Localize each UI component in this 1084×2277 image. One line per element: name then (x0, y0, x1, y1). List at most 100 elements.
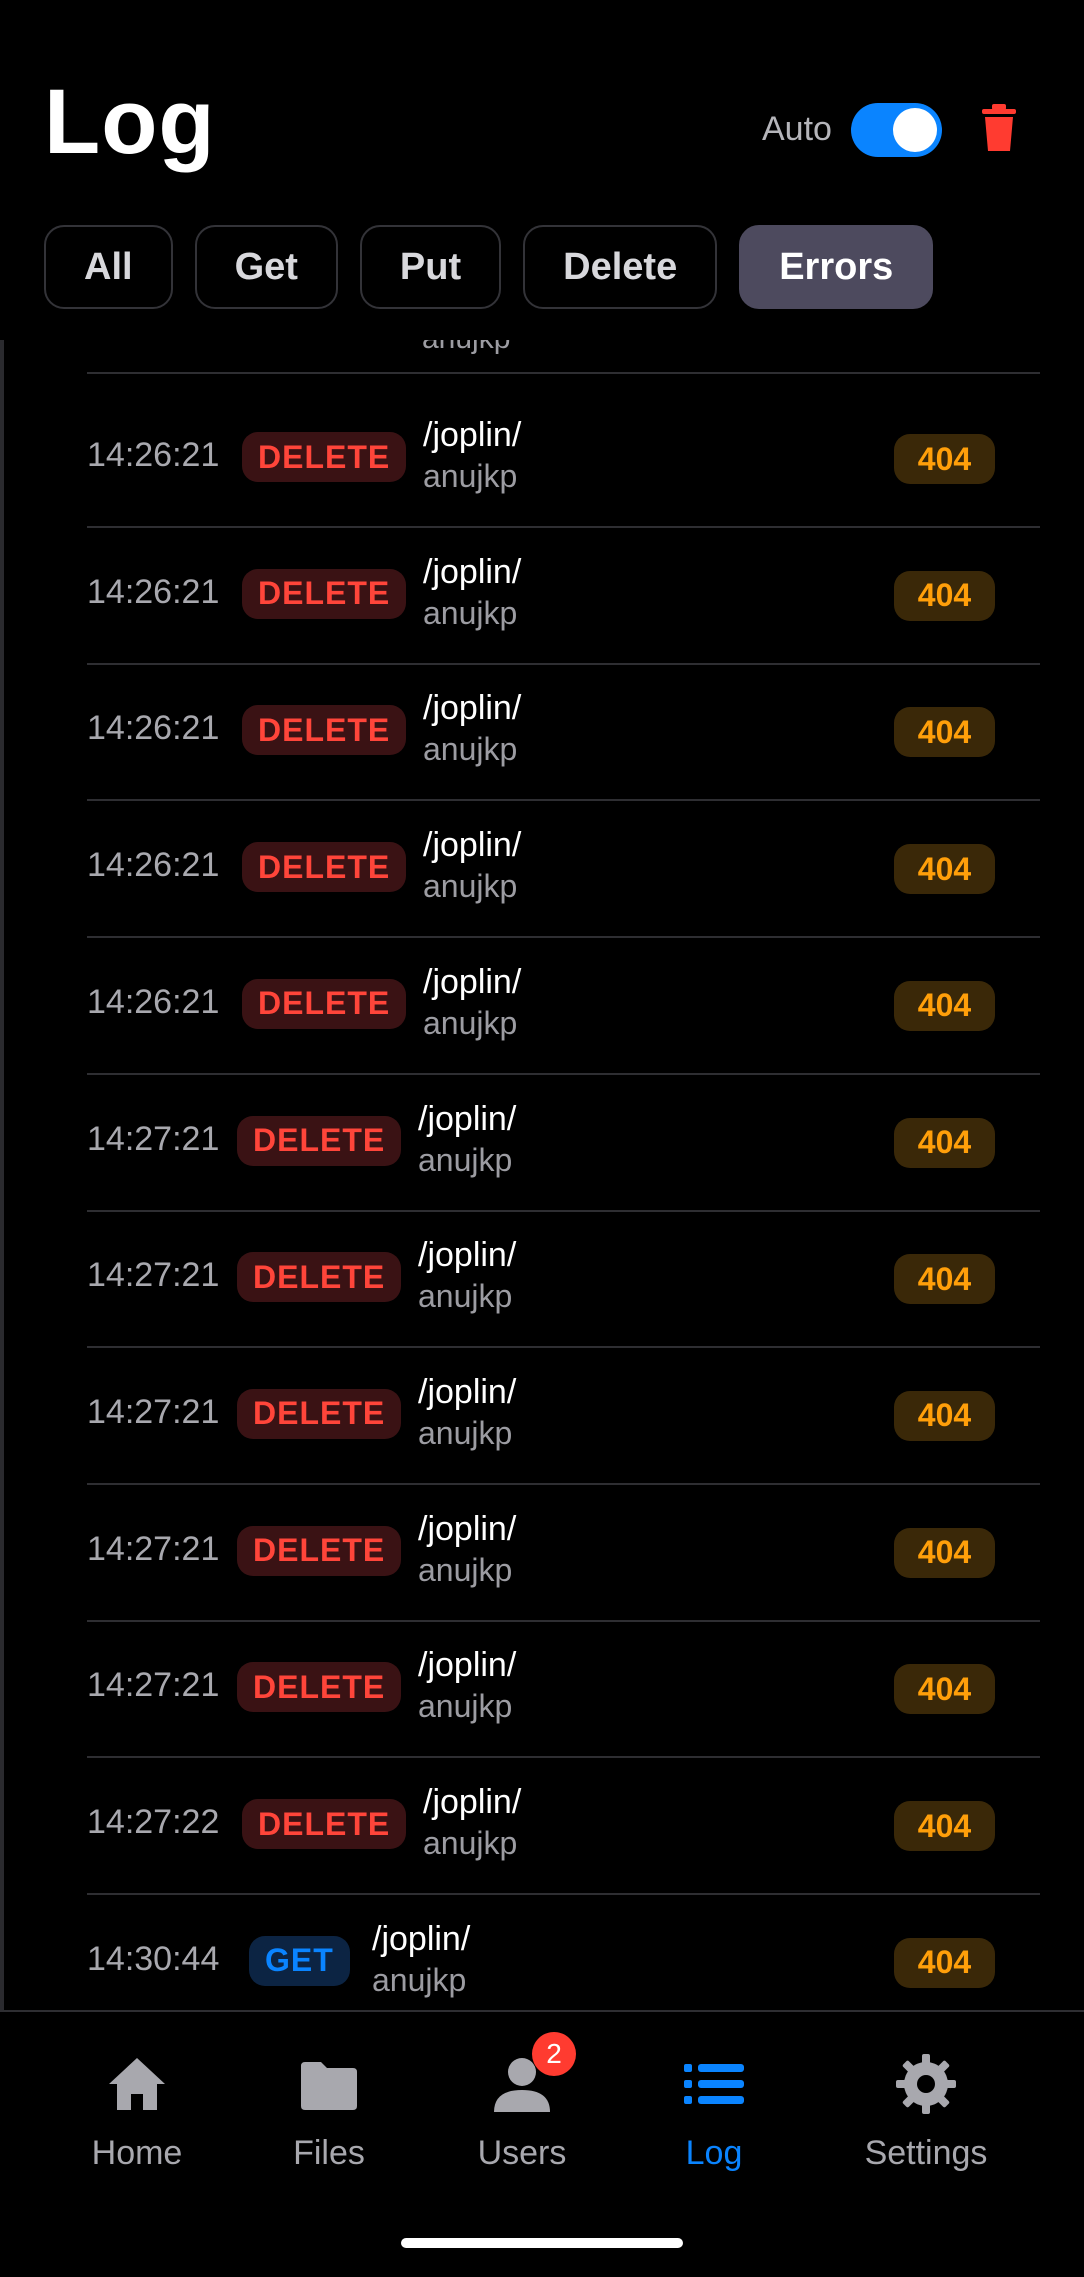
log-path: /joplin/ (423, 689, 522, 728)
tab-files[interactable]: Files (229, 2052, 429, 2173)
tab-label: Home (91, 2134, 183, 2172)
page-title: Log (44, 71, 216, 173)
log-row[interactable]: 14:30:44 GET/joplin/anujkp 404 (87, 1894, 1040, 2010)
toggle-knob (893, 108, 937, 152)
log-path: /joplin/ (418, 1236, 517, 1275)
filter-all[interactable]: All (44, 225, 173, 309)
status-badge: 404 (894, 980, 995, 1031)
log-row[interactable]: 14:27:21 DELETE/joplin/anujkp 404 (87, 1347, 1040, 1485)
log-time: 14:27:21 (87, 1666, 220, 1705)
log-user: anujkp (372, 1961, 467, 1998)
log-time: 14:26:21 (87, 982, 220, 1021)
status-badge: 404 (894, 1254, 995, 1305)
log-path: /joplin/ (423, 1783, 522, 1821)
log-time: 14:27:21 (87, 1119, 220, 1158)
log-user: anujkp (418, 1278, 513, 1315)
filter-errors[interactable]: Errors (739, 225, 934, 309)
method-filter-bar: All Get Put Delete Errors (44, 225, 934, 309)
tab-users[interactable]: 2 Users (422, 2032, 622, 2173)
list-icon (684, 2064, 744, 2104)
log-time: 14:26:21 (87, 709, 220, 748)
log-path: /joplin/ (423, 552, 522, 591)
users-badge: 2 (532, 2032, 576, 2076)
log-time: 14:30:44 (87, 1939, 220, 1978)
log-row[interactable]: 14:26:21 DELETE/joplin/anujkp 404 (87, 663, 1040, 802)
log-row[interactable]: 14:27:21 DELETE/joplin/anujkp 404 (87, 1620, 1040, 1759)
filter-delete[interactable]: Delete (523, 225, 718, 309)
tab-log[interactable]: Log (614, 2052, 814, 2173)
filter-put[interactable]: Put (359, 225, 502, 309)
log-user: anujkp (423, 458, 518, 494)
tab-settings[interactable]: Settings (826, 2052, 1026, 2173)
log-path: /joplin/ (423, 416, 522, 454)
log-time: 14:26:21 (87, 846, 220, 885)
log-user: anujkp (418, 1551, 513, 1588)
log-path: /joplin/ (423, 962, 522, 1001)
tab-home[interactable]: Home (37, 2052, 237, 2173)
tab-bar: Home Files 2 Users Log Settings (0, 2010, 1084, 2277)
method-badge: DELETE (242, 568, 407, 619)
log-user: anujkp (418, 1414, 513, 1451)
method-badge: DELETE (242, 842, 407, 893)
folder-icon (301, 2062, 357, 2110)
log-row[interactable]: 14:26:21 DELETE/joplin/anujkp 404 (87, 390, 1040, 528)
status-badge: 404 (894, 1937, 995, 1988)
filter-get[interactable]: Get (194, 225, 338, 309)
log-row[interactable]: 14:27:21 DELETE/joplin/anujkp 404 (87, 1074, 1040, 1212)
tab-label: Log (685, 2134, 743, 2172)
method-badge: DELETE (242, 1799, 407, 1849)
log-user: anujkp (418, 1688, 513, 1725)
tab-label: Settings (864, 2134, 988, 2172)
house-icon (109, 2058, 165, 2110)
log-row[interactable]: 14:26:21 DELETE/joplin/anujkp 404 (87, 527, 1040, 665)
status-badge: 404 (894, 844, 995, 895)
log-time: 14:27:21 (87, 1392, 220, 1431)
log-time: 14:27:21 (87, 1529, 220, 1568)
log-user: anujkp (423, 868, 518, 905)
log-path: /joplin/ (423, 826, 522, 865)
auto-refresh-label: Auto (762, 110, 832, 148)
gear-icon (896, 2054, 956, 2114)
method-badge: DELETE (237, 1388, 402, 1439)
method-badge: DELETE (242, 978, 407, 1029)
status-badge: 404 (894, 1664, 995, 1715)
method-badge: DELETE (237, 1662, 402, 1713)
method-badge: DELETE (237, 1525, 402, 1576)
method-badge: DELETE (237, 1115, 402, 1166)
log-user: anujkp (423, 594, 518, 631)
log-path: /joplin/ (372, 1919, 471, 1958)
method-badge: GET (249, 1935, 350, 1986)
trash-icon[interactable] (980, 103, 1018, 153)
tab-label: Files (293, 2134, 365, 2172)
log-time: 14:27:22 (87, 1803, 220, 1841)
log-user: anujkp (423, 1004, 518, 1041)
log-user: anujkp (418, 1141, 513, 1178)
log-path: /joplin/ (418, 1372, 517, 1411)
log-row[interactable]: 14:26:21 DELETE/joplin/anujkp 404 (87, 937, 1040, 1075)
home-indicator (401, 2238, 683, 2248)
log-row[interactable]: 14:27:21 DELETE/joplin/anujkp 404 (87, 1484, 1040, 1622)
method-badge: DELETE (242, 705, 407, 756)
method-badge: DELETE (237, 1252, 402, 1303)
log-list[interactable]: anujkp 14:26:21DELETE/joplin/anujkp40414… (0, 340, 1084, 2010)
status-badge: 404 (894, 707, 995, 758)
status-badge: 404 (894, 1527, 995, 1578)
log-time: 14:26:21 (87, 436, 220, 474)
status-badge: 404 (894, 570, 995, 621)
tab-label: Users (477, 2134, 567, 2172)
method-badge: DELETE (242, 432, 407, 482)
auto-refresh-toggle[interactable] (851, 103, 942, 157)
status-badge: 404 (894, 434, 995, 484)
log-path: /joplin/ (418, 1646, 517, 1685)
log-row[interactable]: 14:26:21 DELETE/joplin/anujkp 404 (87, 800, 1040, 939)
log-time: 14:27:21 (87, 1256, 220, 1295)
log-row[interactable]: 14:27:21 DELETE/joplin/anujkp 404 (87, 1210, 1040, 1349)
log-row[interactable]: 14:27:22 DELETE/joplin/anujkp 404 (87, 1757, 1040, 1895)
log-time: 14:26:21 (87, 572, 220, 611)
log-path: /joplin/ (418, 1509, 517, 1548)
log-row-partial: anujkp (87, 340, 1040, 374)
status-badge: 404 (894, 1801, 995, 1851)
log-user: anujkp (423, 731, 518, 768)
log-path: /joplin/ (418, 1099, 517, 1138)
log-user: anujkp (423, 1825, 518, 1861)
